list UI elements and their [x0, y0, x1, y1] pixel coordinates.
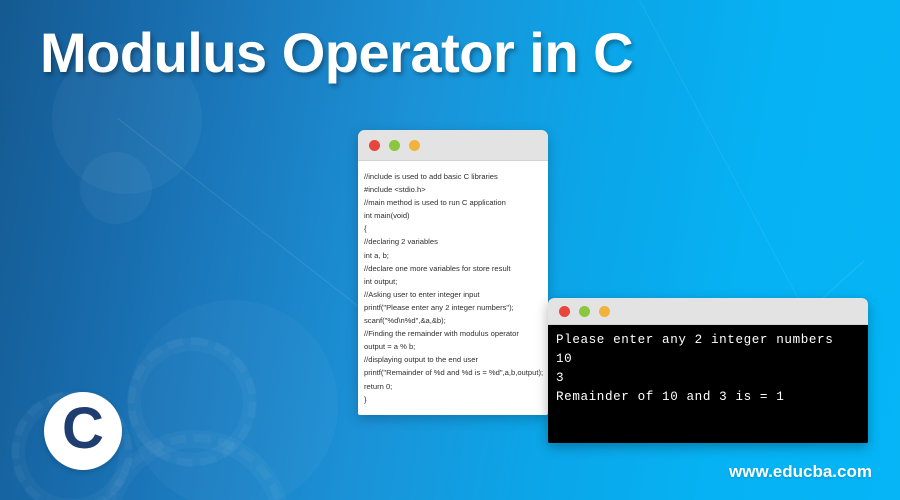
code-line: int main(void): [364, 211, 410, 221]
code-line: }: [364, 394, 367, 404]
c-logo-letter: C: [62, 396, 104, 461]
terminal-output-window: Please enter any 2 integer numbers 10 3 Rem…: [548, 298, 868, 443]
code-line: printf("Please enter any 2 integer numbe…: [364, 302, 514, 312]
code-line: int a, b;: [364, 250, 389, 260]
banner-root: Modulus Operator in C C //include is use…: [0, 0, 900, 500]
minimize-dot-icon[interactable]: [389, 139, 400, 151]
code-line: //Finding the remainder with modulus ope…: [364, 329, 519, 339]
code-line: //include is used to add basic C librari…: [364, 172, 498, 181]
decorative-circle: [80, 152, 152, 224]
code-line: scanf("%d\n%d",&a,&b);: [364, 316, 446, 326]
code-line: output = a % b;: [364, 342, 416, 352]
code-text-area: //include is used to add basic C librari…: [358, 161, 548, 406]
terminal-line: 3: [556, 371, 565, 385]
code-line: return 0;: [364, 381, 393, 391]
maximize-dot-icon[interactable]: [409, 139, 420, 151]
code-line: #include <stdio.h>: [364, 185, 426, 195]
decorative-line: [117, 118, 379, 322]
gear-icon: [128, 338, 256, 466]
terminal-titlebar: [548, 298, 868, 325]
close-dot-icon[interactable]: [369, 139, 380, 151]
code-line: //declare one more variables for store r…: [364, 263, 511, 273]
terminal-line: 10: [556, 352, 573, 366]
decorative-circle: [128, 300, 338, 500]
code-line: //main method is used to run C applicati…: [364, 198, 506, 208]
code-editor-window: //include is used to add basic C librari…: [358, 130, 548, 415]
maximize-dot-icon[interactable]: [599, 305, 610, 317]
site-url-label: www.educba.com: [729, 462, 872, 481]
gear-icon: [100, 430, 290, 500]
code-line: printf("Remainder of %d and %d is = %d",…: [364, 368, 544, 378]
terminal-line: Please enter any 2 integer numbers: [556, 333, 834, 347]
terminal-text-area: Please enter any 2 integer numbers 10 3 Rem…: [548, 325, 868, 443]
close-dot-icon[interactable]: [559, 305, 570, 317]
terminal-line: Remainder of 10 and 3 is = 1: [556, 390, 785, 404]
c-language-logo: C: [44, 392, 122, 470]
code-line: {: [364, 224, 367, 234]
code-line: //displaying output to the end user: [364, 355, 478, 365]
code-line: //Asking user to enter integer input: [364, 289, 480, 299]
minimize-dot-icon[interactable]: [579, 305, 590, 317]
code-window-titlebar: [358, 130, 548, 161]
page-title: Modulus Operator in C: [40, 21, 634, 84]
code-line: //declaring 2 variables: [364, 237, 438, 247]
code-line: int output;: [364, 276, 398, 286]
